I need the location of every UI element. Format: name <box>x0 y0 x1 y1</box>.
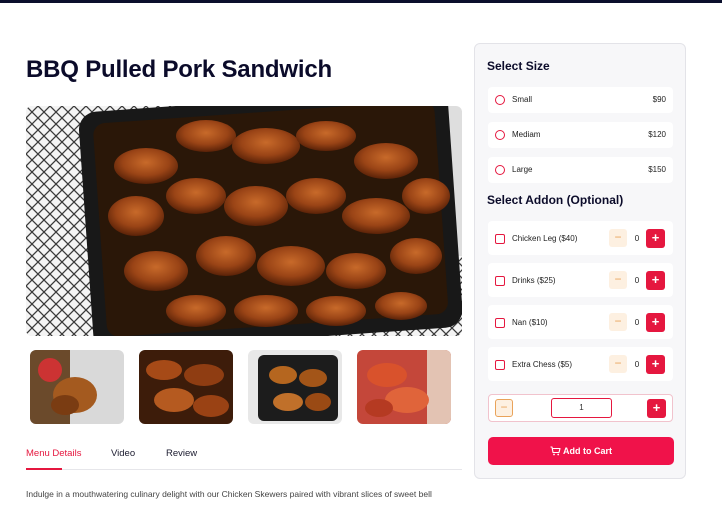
addon-extra-cheese: Extra Chess ($5) − 0 + <box>488 347 673 381</box>
size-option-medium[interactable]: Mediam $120 <box>488 122 673 148</box>
addon-drinks: Drinks ($25) − 0 + <box>488 263 673 297</box>
addon-checkbox[interactable] <box>495 318 505 328</box>
addon-nan: Nan ($10) − 0 + <box>488 305 673 339</box>
select-size-heading: Select Size <box>487 59 550 73</box>
thumbnail-4[interactable] <box>357 350 451 424</box>
increase-button[interactable]: + <box>646 355 665 374</box>
increase-button[interactable]: + <box>646 229 665 248</box>
product-title: BBQ Pulled Pork Sandwich <box>26 56 332 83</box>
cart-icon <box>550 446 561 456</box>
decrease-button[interactable]: − <box>609 313 627 331</box>
decrease-button[interactable]: − <box>609 271 627 289</box>
detail-tabs: Menu Details Video Review <box>26 448 462 470</box>
order-panel: Select Size Small $90 Mediam $120 Large … <box>474 43 686 479</box>
thumbnail-3[interactable] <box>248 350 342 424</box>
size-option-large[interactable]: Large $150 <box>488 157 673 183</box>
size-label: Small <box>512 95 533 104</box>
addon-label: Drinks ($25) <box>512 276 556 285</box>
thumbnail-2[interactable] <box>139 350 233 424</box>
addon-label: Chicken Leg ($40) <box>512 234 578 243</box>
radio-button[interactable] <box>495 95 505 105</box>
size-label: Large <box>512 165 533 174</box>
tab-video[interactable]: Video <box>111 448 135 459</box>
addon-quantity: 0 <box>634 276 640 285</box>
tab-menu-details[interactable]: Menu Details <box>26 448 81 459</box>
quantity-input[interactable]: 1 <box>551 398 612 418</box>
product-main-image <box>26 106 462 336</box>
addon-label: Extra Chess ($5) <box>512 360 573 369</box>
add-to-cart-label: Add to Cart <box>563 446 612 456</box>
size-label: Mediam <box>512 130 541 139</box>
decrease-button[interactable]: − <box>609 229 627 247</box>
radio-button[interactable] <box>495 165 505 175</box>
select-addon-heading: Select Addon (Optional) <box>487 193 624 207</box>
menu-description: Indulge in a mouthwatering culinary deli… <box>26 489 432 499</box>
decrease-button[interactable]: − <box>609 355 627 373</box>
size-price: $150 <box>648 165 666 174</box>
size-price: $120 <box>648 130 666 139</box>
increase-button[interactable]: + <box>646 313 665 332</box>
active-tab-indicator <box>26 468 62 470</box>
increase-button[interactable]: + <box>646 271 665 290</box>
thumbnail-1[interactable] <box>30 350 124 424</box>
addon-chicken-leg: Chicken Leg ($40) − 0 + <box>488 221 673 255</box>
addon-quantity: 0 <box>634 360 640 369</box>
quantity-stepper: − 1 + <box>488 394 673 422</box>
addon-checkbox[interactable] <box>495 276 505 286</box>
quantity-decrease-button[interactable]: − <box>495 399 513 417</box>
addon-quantity: 0 <box>634 234 640 243</box>
addon-checkbox[interactable] <box>495 360 505 370</box>
add-to-cart-button[interactable]: Add to Cart <box>488 437 674 465</box>
addon-checkbox[interactable] <box>495 234 505 244</box>
addon-quantity: 0 <box>634 318 640 327</box>
radio-button[interactable] <box>495 130 505 140</box>
size-option-small[interactable]: Small $90 <box>488 87 673 113</box>
size-price: $90 <box>652 95 666 104</box>
top-navbar-strip <box>0 0 722 3</box>
quantity-increase-button[interactable]: + <box>647 399 666 418</box>
tab-review[interactable]: Review <box>166 448 197 459</box>
addon-label: Nan ($10) <box>512 318 548 327</box>
